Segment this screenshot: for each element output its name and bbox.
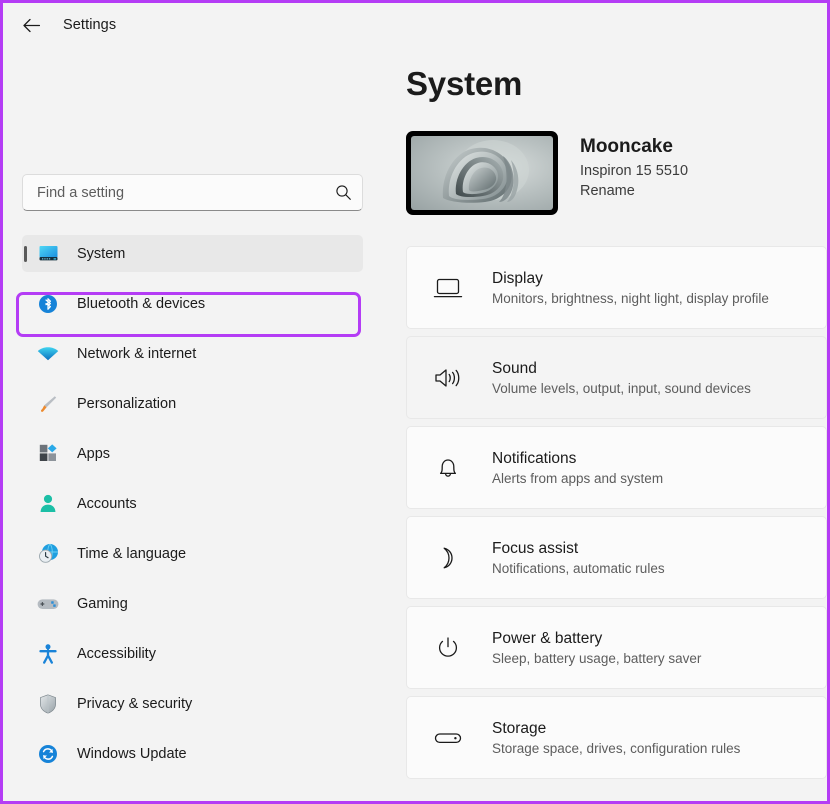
- card-subtitle: Storage space, drives, configuration rul…: [492, 740, 741, 756]
- sidebar-item-bluetooth-and-devices[interactable]: Bluetooth & devices: [22, 285, 363, 322]
- sidebar: System Bluetooth & devices: [3, 47, 380, 801]
- device-thumbnail: [406, 131, 558, 215]
- card-text: Notifications Alerts from apps and syste…: [492, 450, 663, 486]
- windows-bloom-wallpaper-thumbnail: [411, 136, 553, 210]
- power-icon: [428, 635, 468, 661]
- page-title: System: [406, 65, 523, 102]
- gamepad-icon: [35, 597, 61, 611]
- sidebar-item-gaming[interactable]: Gaming: [22, 585, 363, 622]
- card-text: Power & battery Sleep, battery usage, ba…: [492, 630, 701, 666]
- monitor-icon: [35, 245, 61, 262]
- card-subtitle: Sleep, battery usage, battery saver: [492, 650, 702, 666]
- sidebar-item-label: Bluetooth & devices: [77, 295, 206, 312]
- accessibility-icon: [35, 643, 61, 664]
- card-text: Storage Storage space, drives, configura…: [492, 720, 740, 756]
- settings-card-focus-assist[interactable]: Focus assist Notifications, automatic ru…: [406, 516, 827, 599]
- card-title: Notifications: [492, 449, 577, 467]
- content-area: System Bluetooth & devices: [3, 47, 827, 801]
- sidebar-nav-list: System Bluetooth & devices Network & int…: [3, 235, 380, 772]
- storage-drive-icon: [428, 728, 468, 748]
- sidebar-item-label: Network & internet: [77, 345, 197, 362]
- card-subtitle: Alerts from apps and system: [492, 470, 664, 486]
- sidebar-item-label: Time & language: [77, 545, 187, 562]
- clock-globe-icon: [35, 543, 61, 564]
- bell-icon: [428, 455, 468, 481]
- card-title: Storage: [492, 719, 547, 737]
- settings-card-storage[interactable]: Storage Storage space, drives, configura…: [406, 696, 827, 779]
- settings-card-notifications[interactable]: Notifications Alerts from apps and syste…: [406, 426, 827, 509]
- sidebar-item-network-and-internet[interactable]: Network & internet: [22, 335, 363, 372]
- search-input[interactable]: [37, 184, 335, 201]
- title-bar: Settings: [3, 3, 827, 47]
- card-title: Focus assist: [492, 539, 579, 557]
- settings-card-power-and-battery[interactable]: Power & battery Sleep, battery usage, ba…: [406, 606, 827, 689]
- selected-accent-bar: [24, 245, 27, 262]
- card-subtitle: Volume levels, output, input, sound devi…: [492, 380, 751, 396]
- sidebar-item-label: Personalization: [77, 395, 177, 412]
- device-model: Inspiron 15 5510: [580, 163, 689, 179]
- rename-link[interactable]: Rename: [580, 183, 635, 199]
- card-text: Display Monitors, brightness, night ligh…: [492, 270, 769, 306]
- settings-card-list: Display Monitors, brightness, night ligh…: [406, 246, 827, 779]
- sidebar-item-label: Accessibility: [77, 645, 156, 662]
- card-text: Focus assist Notifications, automatic ru…: [492, 540, 665, 576]
- device-info: Mooncake Inspiron 15 5510 Rename: [580, 131, 688, 200]
- card-title: Sound: [492, 359, 537, 377]
- back-arrow-icon: [22, 18, 40, 32]
- sidebar-item-label: Apps: [77, 445, 111, 462]
- settings-window: Settings Find a setting System Bluetooth…: [3, 3, 827, 801]
- apps-icon: [35, 444, 61, 463]
- card-subtitle: Notifications, automatic rules: [492, 560, 665, 576]
- sidebar-item-accessibility[interactable]: Accessibility: [22, 635, 363, 672]
- device-name: Mooncake: [580, 136, 673, 157]
- settings-card-sound[interactable]: Sound Volume levels, output, input, soun…: [406, 336, 827, 419]
- main-pane: System Mooncake Inspiron 15 5510 Rename …: [380, 47, 827, 801]
- card-text: Sound Volume levels, output, input, soun…: [492, 360, 751, 396]
- sidebar-item-label: System: [77, 245, 126, 262]
- bluetooth-icon: [35, 294, 61, 314]
- speaker-icon: [428, 366, 468, 390]
- sidebar-item-accounts[interactable]: Accounts: [22, 485, 363, 522]
- card-title: Display: [492, 269, 543, 287]
- person-icon: [35, 494, 61, 513]
- sidebar-item-apps[interactable]: Apps: [22, 435, 363, 472]
- card-subtitle: Monitors, brightness, night light, displ…: [492, 290, 769, 306]
- sidebar-item-label: Gaming: [77, 595, 128, 612]
- sidebar-item-personalization[interactable]: Personalization: [22, 385, 363, 422]
- search-icon: [335, 184, 352, 201]
- sidebar-item-windows-update[interactable]: Windows Update: [22, 735, 363, 772]
- shield-icon: [35, 693, 61, 714]
- sidebar-item-system[interactable]: System: [22, 235, 363, 272]
- settings-card-display[interactable]: Display Monitors, brightness, night ligh…: [406, 246, 827, 329]
- moon-icon: [428, 545, 468, 571]
- sidebar-item-label: Windows Update: [77, 745, 187, 762]
- device-header: Mooncake Inspiron 15 5510 Rename: [406, 131, 827, 215]
- sidebar-item-label: Privacy & security: [77, 695, 193, 712]
- sidebar-item-privacy-and-security[interactable]: Privacy & security: [22, 685, 363, 722]
- update-sync-icon: [35, 744, 61, 764]
- search-container: [22, 174, 363, 211]
- wifi-icon: [35, 346, 61, 362]
- sidebar-item-label: Accounts: [77, 495, 137, 512]
- app-title: Settings: [63, 17, 117, 33]
- paintbrush-icon: [35, 394, 61, 414]
- card-title: Power & battery: [492, 629, 603, 647]
- back-button[interactable]: [15, 10, 47, 40]
- sidebar-item-time-and-language[interactable]: Time & language: [22, 535, 363, 572]
- search-box[interactable]: [22, 174, 363, 211]
- display-monitor-icon: [428, 276, 468, 300]
